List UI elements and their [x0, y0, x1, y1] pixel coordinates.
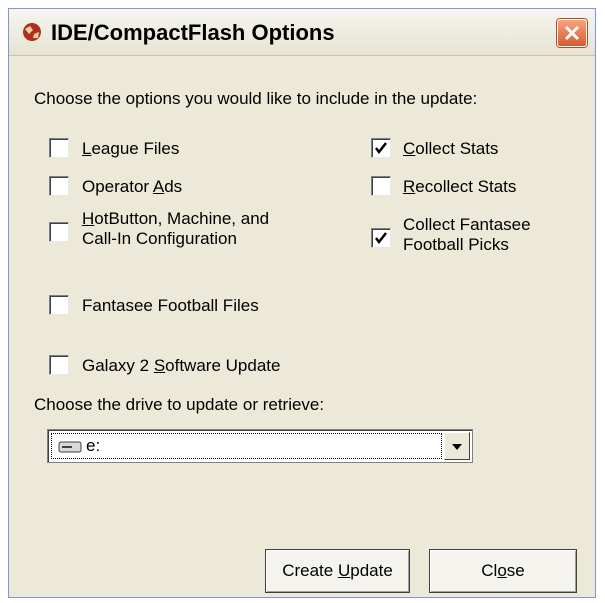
league-files-checkbox[interactable]	[49, 138, 69, 158]
options-dialog: IDE/CompactFlash Options Choose the opti…	[8, 8, 596, 598]
drive-label: Choose the drive to update or retrieve:	[34, 395, 325, 414]
drive-select-value-box: e:	[51, 433, 442, 459]
fantasee-football-files-label: Fantasee Football Files	[82, 296, 259, 315]
collect-stats-checkbox[interactable]	[371, 138, 391, 158]
operator-ads-label: Operator Ads	[82, 177, 183, 196]
fantasee-football-files-checkbox[interactable]	[49, 295, 69, 315]
software-update-checkbox[interactable]	[49, 355, 69, 375]
recollect-stats-checkbox[interactable]	[371, 176, 391, 196]
collect-fantasee-picks-label: Collect Fantasee Football Picks	[403, 215, 531, 254]
instruction-text: Choose the options you would like to inc…	[34, 89, 478, 108]
chevron-down-icon	[452, 444, 462, 450]
hotbutton-config-checkbox[interactable]	[49, 222, 69, 242]
software-update-label: Galaxy 2 Software Update	[82, 356, 281, 375]
drive-dropdown-button[interactable]	[444, 432, 470, 460]
operator-ads-checkbox[interactable]	[49, 176, 69, 196]
close-button[interactable]: Close	[429, 549, 577, 593]
title-bar[interactable]: IDE/CompactFlash Options	[9, 9, 595, 56]
drive-select[interactable]: e:	[47, 429, 473, 463]
close-icon	[564, 25, 580, 41]
collect-fantasee-picks-checkbox[interactable]	[371, 228, 391, 248]
app-globe-icon	[23, 23, 41, 41]
recollect-stats-label: Recollect Stats	[403, 177, 517, 196]
hotbutton-config-label: HotButton, Machine, and Call-In Configur…	[82, 209, 270, 248]
close-window-button[interactable]	[557, 19, 587, 47]
drive-icon	[58, 441, 82, 453]
league-files-label: League Files	[82, 139, 180, 158]
window-title: IDE/CompactFlash Options	[51, 20, 335, 45]
drive-select-value: e:	[86, 436, 101, 455]
collect-stats-label: Collect Stats	[403, 139, 499, 158]
create-update-button[interactable]: Create Update	[265, 549, 410, 593]
